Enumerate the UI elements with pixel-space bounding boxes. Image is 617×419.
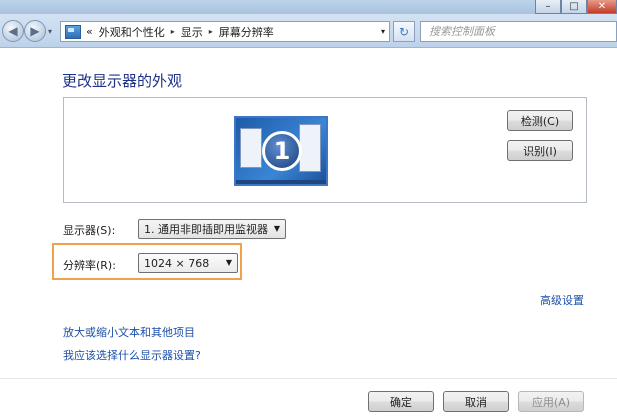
display-select-value: 1. 通用非即插即用监视器 — [144, 223, 268, 236]
window-controls: – □ ✕ — [535, 0, 617, 14]
breadcrumb-separator-icon[interactable]: ▸ — [171, 27, 175, 36]
page-title: 更改显示器的外观 — [62, 72, 183, 90]
monitor-number-badge: 1 — [262, 131, 302, 171]
advanced-settings-link[interactable]: 高级设置 — [540, 292, 584, 308]
window-thumbnail — [299, 124, 321, 172]
breadcrumb-separator-icon[interactable]: ▸ — [209, 27, 213, 36]
navigation-bar: ◀ ▶ ▾ « 外观和个性化 ▸ 显示 ▸ 屏幕分辨率 ▾ ↻ 搜索控制面板 — [0, 14, 617, 48]
breadcrumb-appearance[interactable]: 外观和个性化 — [99, 24, 165, 40]
chevron-down-icon: ▼ — [273, 224, 280, 233]
ok-button[interactable]: 确定 — [368, 391, 434, 412]
refresh-icon[interactable]: ↻ — [393, 21, 415, 42]
address-dropdown-icon[interactable]: ▾ — [381, 27, 385, 36]
search-input[interactable]: 搜索控制面板 — [420, 21, 617, 42]
resolution-select[interactable]: 1024 × 768 ▼ — [138, 253, 238, 273]
resolution-label: 分辨率(R): — [63, 259, 116, 272]
monitor-icon[interactable]: 1 — [234, 116, 328, 186]
which-settings-link[interactable]: 我应该选择什么显示器设置? — [63, 347, 201, 363]
breadcrumb-prefix[interactable]: « — [86, 25, 93, 38]
cancel-button[interactable]: 取消 — [443, 391, 509, 412]
address-bar[interactable]: « 外观和个性化 ▸ 显示 ▸ 屏幕分辨率 ▾ — [60, 21, 390, 42]
display-label: 显示器(S): — [63, 224, 116, 237]
identify-button[interactable]: 识别(I) — [507, 140, 573, 161]
close-icon[interactable]: ✕ — [587, 0, 617, 14]
control-panel-icon — [65, 24, 81, 39]
display-select[interactable]: 1. 通用非即插即用监视器 ▼ — [138, 219, 286, 239]
recent-pages-dropdown[interactable]: ▾ — [48, 27, 52, 36]
monitor-preview-panel: 1 检测(C) 识别(I) — [63, 97, 587, 203]
footer-divider — [0, 378, 617, 379]
taskbar-thumbnail — [236, 180, 326, 184]
maximize-icon[interactable]: □ — [561, 0, 587, 14]
detect-button[interactable]: 检测(C) — [507, 110, 573, 131]
back-arrow-icon[interactable]: ◀ — [2, 20, 24, 42]
chevron-down-icon: ▼ — [225, 258, 232, 267]
resolution-select-value: 1024 × 768 — [144, 256, 210, 270]
breadcrumb-screen-resolution[interactable]: 屏幕分辨率 — [219, 24, 274, 40]
forward-arrow-icon[interactable]: ▶ — [24, 20, 46, 42]
window-thumbnail — [240, 128, 262, 168]
title-bar: – □ ✕ — [0, 0, 617, 14]
minimize-icon[interactable]: – — [535, 0, 561, 14]
apply-button[interactable]: 应用(A) — [518, 391, 584, 412]
text-size-link[interactable]: 放大或缩小文本和其他项目 — [63, 324, 195, 340]
breadcrumb-display[interactable]: 显示 — [181, 24, 203, 40]
